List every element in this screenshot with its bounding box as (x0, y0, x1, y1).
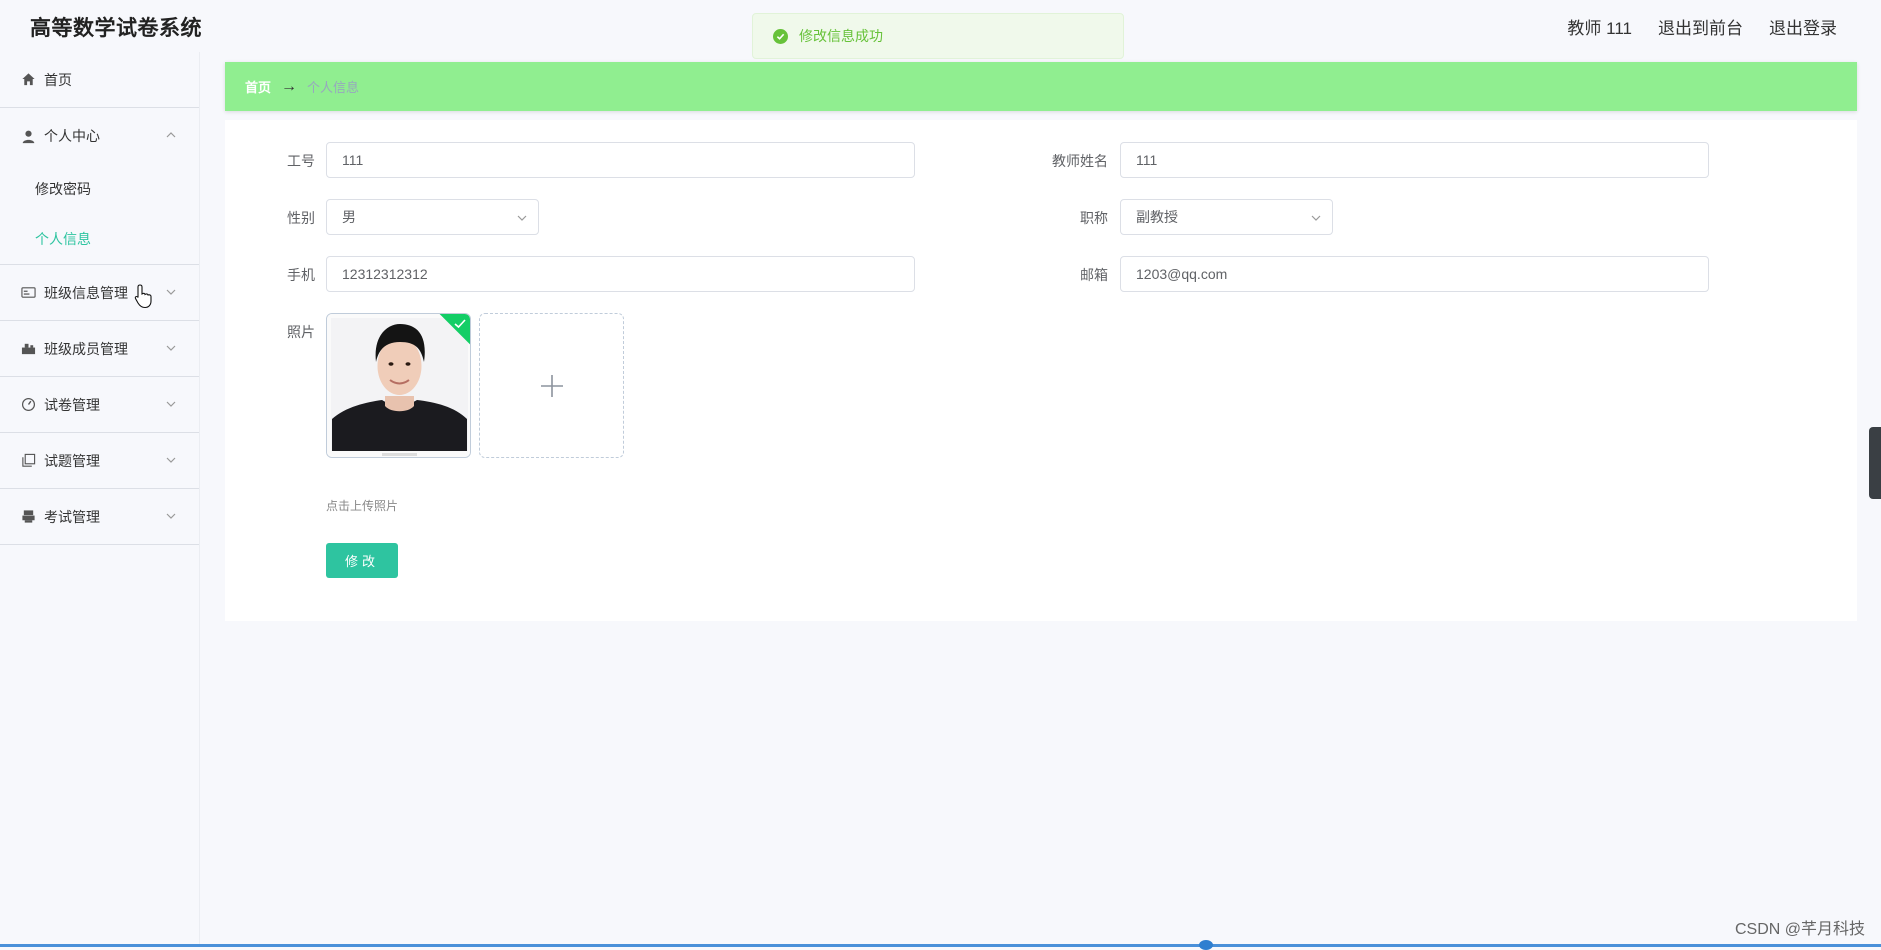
gender-value: 男 (342, 207, 356, 227)
phone-input[interactable]: 12312312312 (326, 256, 915, 292)
sidebar-item-home[interactable]: 首页 (0, 52, 199, 108)
job-no-input[interactable]: 111 (326, 142, 915, 178)
printer-icon (20, 509, 36, 525)
breadcrumb: 首页 → 个人信息 (225, 62, 1857, 111)
copy-icon (20, 453, 36, 469)
job-title-value: 副教授 (1136, 207, 1178, 227)
teacher-name-value: 111 (1136, 152, 1157, 168)
hand-cursor-icon (134, 283, 154, 309)
sidebar-item-label: 班级成员管理 (44, 339, 128, 359)
submit-button[interactable]: 修改 (326, 543, 398, 578)
breadcrumb-current: 个人信息 (307, 77, 359, 96)
photo-label: 照片 (265, 322, 315, 342)
sidebar-item-question-management[interactable]: 试题管理 (0, 433, 199, 489)
breadcrumb-home[interactable]: 首页 (245, 77, 271, 96)
upload-photo-button[interactable] (479, 313, 624, 458)
logout-link[interactable]: 退出登录 (1769, 14, 1837, 39)
sidebar-item-label: 试卷管理 (44, 395, 100, 415)
teacher-name-label: 教师姓名 (1025, 151, 1108, 171)
sidebar-item-label: 首页 (44, 70, 72, 90)
chevron-down-icon (165, 398, 177, 410)
job-title-select[interactable]: 副教授 (1120, 199, 1333, 235)
phone-value: 12312312312 (342, 266, 428, 282)
chevron-down-icon (516, 212, 528, 224)
upload-hint: 点击上传照片 (326, 497, 398, 514)
chevron-down-icon (165, 510, 177, 522)
job-no-label: 工号 (265, 151, 315, 171)
job-no-value: 111 (342, 152, 363, 168)
arrow-right-icon: → (281, 78, 297, 96)
email-input[interactable]: 1203@qq.com (1120, 256, 1709, 292)
sidebar-menu: 首页 个人中心 修改密码 个人信息 班级信息管理 班级成员管理 试卷管理 (0, 52, 200, 947)
personal-info-form: 工号 111 教师姓名 111 性别 男 职称 副教授 手机 123123123… (225, 120, 1857, 621)
sidebar-item-personal-center[interactable]: 个人中心 (0, 108, 199, 164)
gauge-icon (20, 397, 36, 413)
email-value: 1203@qq.com (1136, 266, 1227, 282)
toast-message: 修改信息成功 (799, 26, 883, 46)
group-icon (20, 341, 36, 357)
sidebar-subitem-change-password[interactable]: 修改密码 (0, 164, 199, 214)
job-title-label: 职称 (1025, 208, 1108, 228)
current-user-label[interactable]: 教师 111 (1567, 14, 1632, 39)
chevron-down-icon (165, 342, 177, 354)
phone-label: 手机 (265, 265, 315, 285)
sidebar-item-paper-management[interactable]: 试卷管理 (0, 377, 199, 433)
sidebar-item-label: 个人中心 (44, 126, 100, 146)
sidebar-item-class-info[interactable]: 班级信息管理 (0, 265, 199, 321)
portrait-image (327, 314, 471, 458)
progress-dot[interactable] (1199, 940, 1213, 950)
back-to-frontend-link[interactable]: 退出到前台 (1658, 14, 1743, 39)
sidebar-group-personal-center: 个人中心 修改密码 个人信息 (0, 108, 199, 265)
sidebar-item-exam-management[interactable]: 考试管理 (0, 489, 199, 545)
side-panel-handle[interactable] (1869, 427, 1881, 499)
sidebar-item-label: 试题管理 (44, 451, 100, 471)
check-icon (453, 317, 467, 331)
header-links: 教师 111 退出到前台 退出登录 (1567, 14, 1837, 39)
plus-icon (539, 373, 565, 399)
email-label: 邮箱 (1025, 265, 1108, 285)
home-icon (20, 72, 36, 88)
success-toast: 修改信息成功 (752, 13, 1124, 59)
teacher-name-input[interactable]: 111 (1120, 142, 1709, 178)
success-check-icon (773, 29, 788, 44)
chevron-up-icon (165, 129, 177, 141)
user-icon (20, 128, 36, 144)
chevron-down-icon (165, 454, 177, 466)
id-card-icon (20, 285, 36, 301)
sidebar-subitem-personal-info[interactable]: 个人信息 (0, 214, 199, 264)
gender-select[interactable]: 男 (326, 199, 539, 235)
app-title: 高等数学试卷系统 (30, 12, 202, 42)
chevron-down-icon (165, 286, 177, 298)
sidebar-item-label: 考试管理 (44, 507, 100, 527)
chevron-down-icon (1310, 212, 1322, 224)
sidebar-item-label: 班级信息管理 (44, 283, 128, 303)
uploaded-photo[interactable] (326, 313, 471, 458)
sidebar-item-class-members[interactable]: 班级成员管理 (0, 321, 199, 377)
gender-label: 性别 (265, 208, 315, 228)
watermark: CSDN @芊月科技 (1735, 915, 1865, 939)
